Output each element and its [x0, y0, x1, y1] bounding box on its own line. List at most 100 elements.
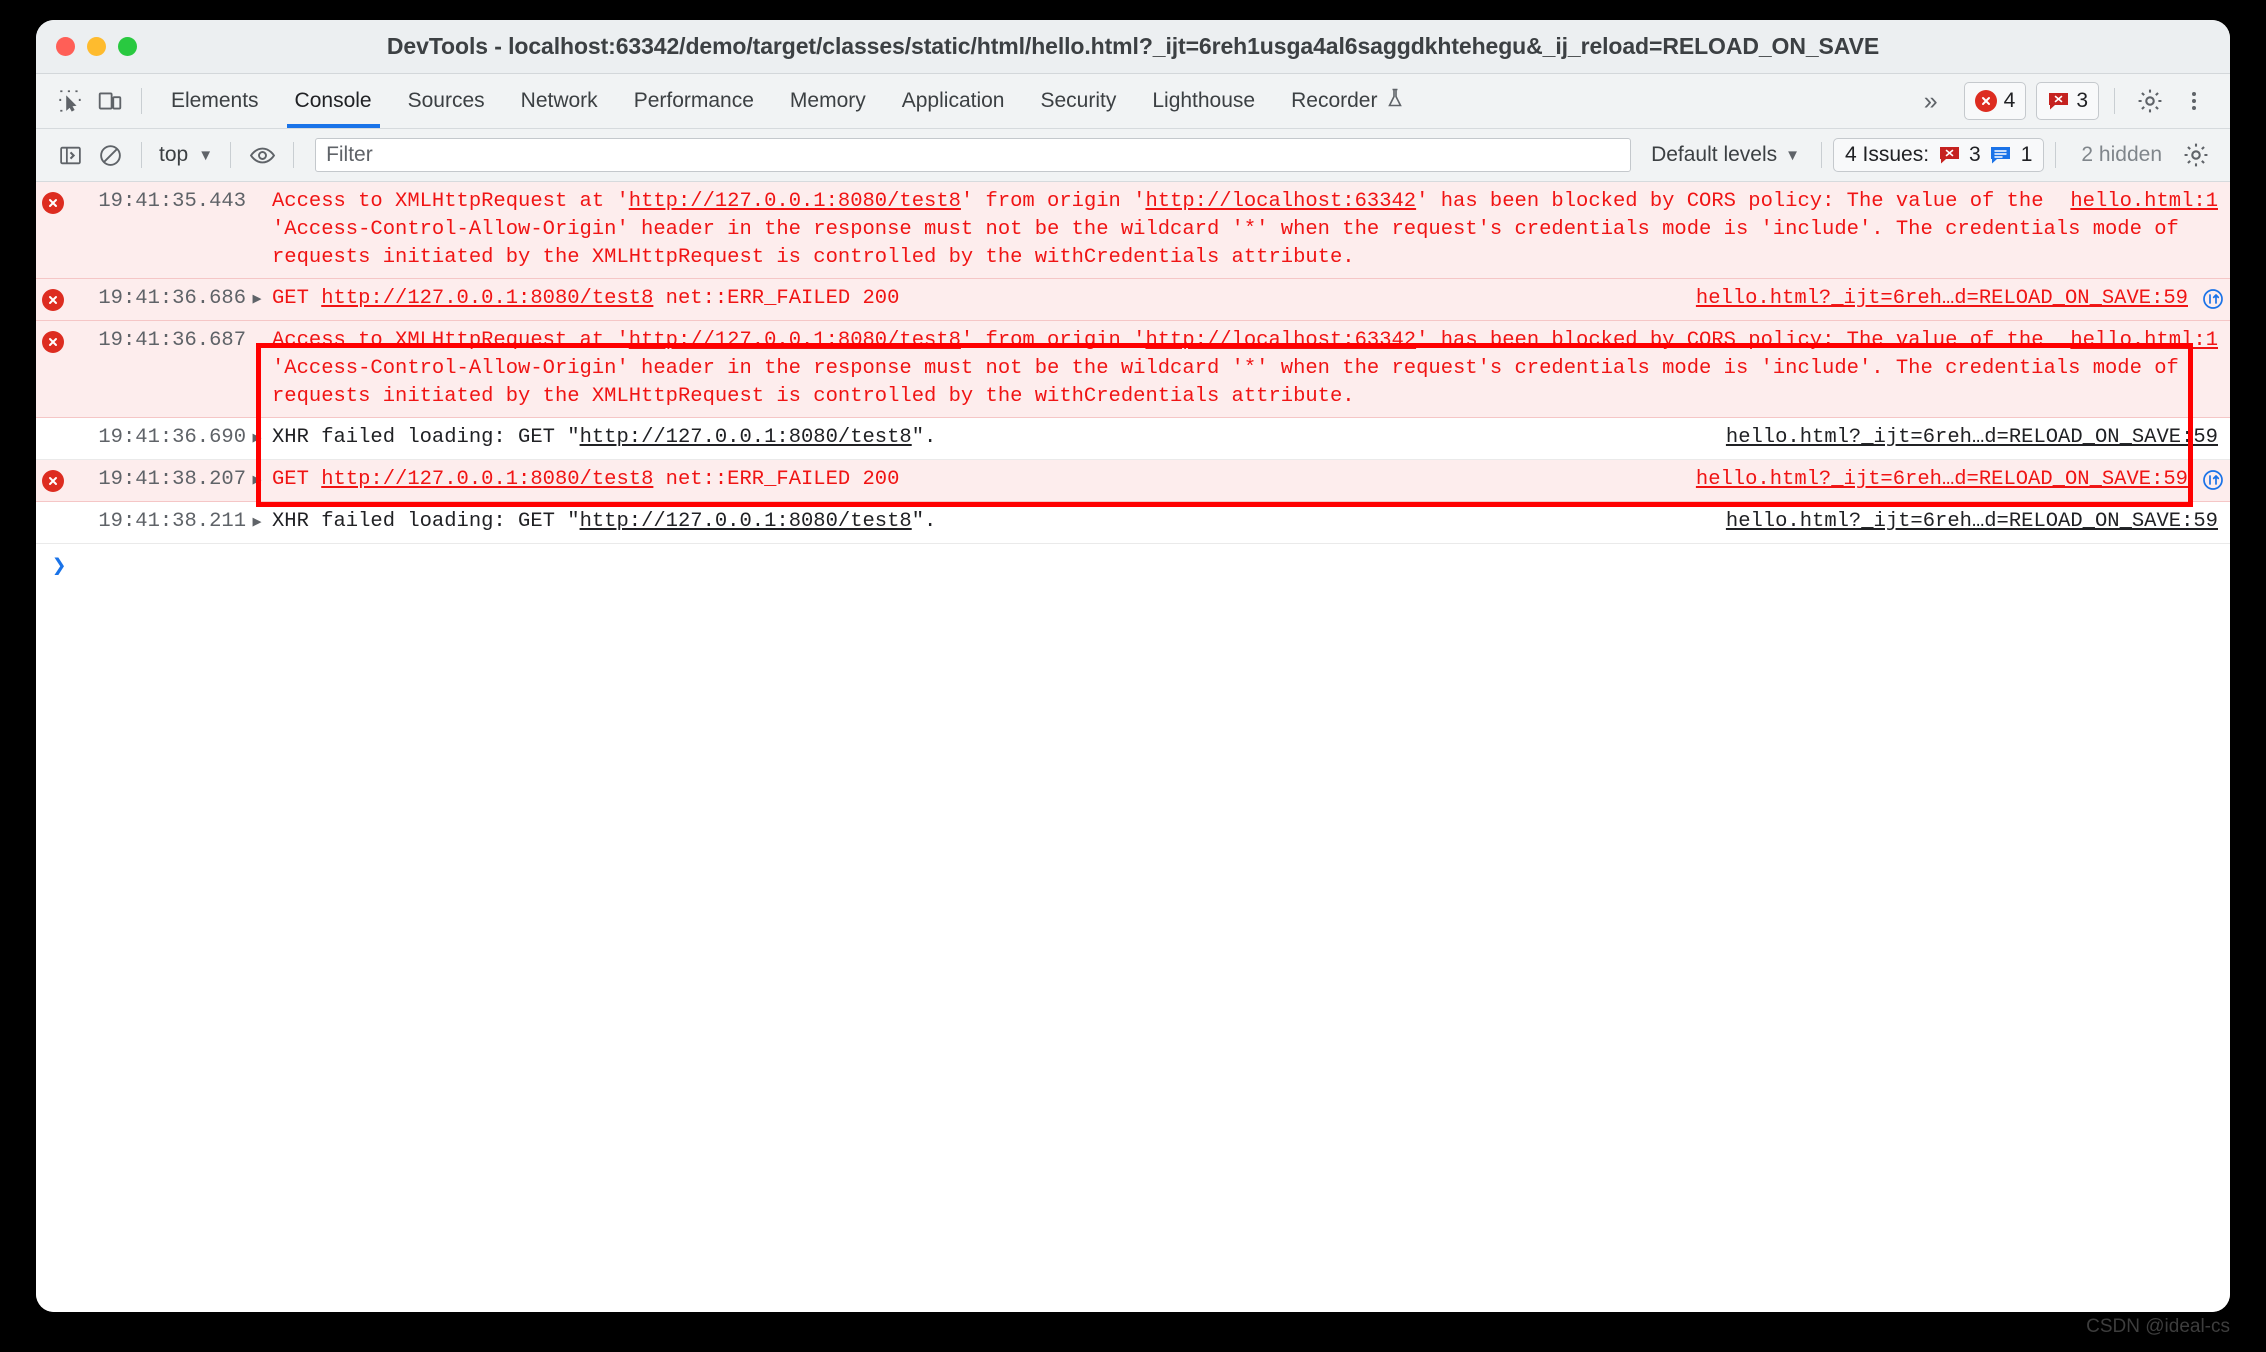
live-expression-eye-icon[interactable] [242, 135, 282, 175]
issues-count-badge[interactable]: 3 [2036, 82, 2099, 120]
console-message[interactable]: 19:41:36.686 ▶ GET http://127.0.0.1:8080/t… [36, 279, 2230, 321]
message-timestamp: 19:41:36.690 [98, 426, 246, 449]
hidden-messages-count: 2 hidden [2081, 143, 2162, 166]
issues-info-count: 1 [2020, 143, 2033, 166]
message-text-fragment: XHR failed loading: GET " [272, 510, 580, 533]
watermark: CSDN @ideal-cs [2086, 1316, 2230, 1337]
message-url-link[interactable]: http://127.0.0.1:8080/test8 [629, 329, 961, 352]
devtools-tabs: Elements Console Sources Network Perform… [153, 74, 1423, 128]
minimize-window-button[interactable] [87, 37, 106, 56]
filterbar-divider-5 [2055, 142, 2057, 168]
message-text-fragment: Access to XMLHttpRequest at ' [272, 190, 629, 213]
message-url-link[interactable]: http://127.0.0.1:8080/test8 [629, 190, 961, 213]
log-levels-label: Default levels [1651, 143, 1778, 166]
filter-input[interactable] [315, 138, 1632, 172]
message-url-link[interactable]: http://127.0.0.1:8080/test8 [580, 510, 912, 533]
more-tabs-button[interactable]: » [1906, 87, 1954, 116]
message-source-link[interactable]: hello.html?_ijt=6reh…d=RELOAD_ON_SAVE:59 [1696, 285, 2196, 313]
expand-triangle-icon[interactable]: ▶ [246, 285, 268, 314]
tab-performance[interactable]: Performance [616, 74, 772, 128]
tab-security[interactable]: Security [1022, 74, 1134, 128]
message-timestamp: 19:41:38.207 [98, 468, 246, 491]
tab-label: Sources [407, 89, 485, 112]
tab-memory[interactable]: Memory [772, 74, 884, 128]
filterbar-divider-2 [230, 142, 232, 168]
prompt-chevron-icon: ❯ [52, 554, 67, 581]
tab-network[interactable]: Network [503, 74, 616, 128]
tab-label: Memory [789, 89, 866, 112]
console-message[interactable]: 19:41:36.690 ▶ hello.html?_ijt=6reh…d=RELO… [36, 418, 2230, 460]
error-count-value: 4 [2003, 89, 2016, 112]
maximize-window-button[interactable] [118, 37, 137, 56]
console-message[interactable]: 19:41:36.687▶hello.html:1Access to XMLHt… [36, 321, 2230, 418]
close-window-button[interactable] [56, 37, 75, 56]
message-text-fragment: net::ERR_FAILED 200 [653, 468, 900, 491]
device-toolbar-icon[interactable] [90, 81, 130, 121]
tab-label: Lighthouse [1152, 89, 1256, 112]
message-timestamp: 19:41:36.687 [98, 329, 246, 352]
message-url-link[interactable]: http://localhost:63342 [1145, 190, 1416, 213]
tabstrip-right-divider [2114, 88, 2115, 114]
console-message-list[interactable]: 19:41:35.443 ▶ hello.html:1 Access to XMLHt… [36, 182, 2230, 1312]
console-filter-bar: top ▼ Default levels ▼ 4 Issues: 3 [36, 129, 2230, 182]
tab-elements[interactable]: Elements [153, 74, 277, 128]
error-circle-icon [36, 327, 70, 353]
message-url-link[interactable]: http://127.0.0.1:8080/test8 [321, 468, 653, 491]
message-url-link[interactable]: http://localhost:63342 [1145, 329, 1416, 352]
tab-lighthouse[interactable]: Lighthouse [1134, 74, 1273, 128]
error-count-badge[interactable]: 4 [1963, 82, 2027, 120]
message-timestamp: 19:41:36.686 [98, 287, 246, 310]
open-in-network-panel-icon[interactable] [2196, 466, 2230, 492]
console-message[interactable]: 19:41:38.211 ▶ hello.html?_ijt=6reh…d=RELO… [36, 502, 2230, 544]
clear-console-icon[interactable] [90, 135, 130, 175]
message-source-link[interactable]: hello.html?_ijt=6reh…d=RELOAD_ON_SAVE:59 [1726, 424, 2218, 452]
tab-recorder[interactable]: Recorder [1273, 74, 1423, 128]
window-titlebar: DevTools - localhost:63342/demo/target/c… [36, 20, 2230, 74]
message-text-fragment: ". [911, 510, 937, 533]
issues-count-value: 3 [2076, 89, 2088, 112]
message-source-link[interactable]: hello.html?_ijt=6reh…d=RELOAD_ON_SAVE:59 [1726, 508, 2218, 536]
gear-icon[interactable] [2130, 81, 2170, 121]
message-source-link[interactable]: hello.html?_ijt=6reh…d=RELOAD_ON_SAVE:59 [1696, 466, 2196, 494]
message-text: GET http://127.0.0.1:8080/test8 net::ERR… [268, 285, 1696, 313]
expand-triangle-icon[interactable]: ▶ [246, 424, 268, 453]
issues-summary-badge[interactable]: 4 Issues: 3 1 [1833, 138, 2045, 172]
message-text-fragment: Access to XMLHttpRequest at ' [272, 329, 629, 352]
tab-application[interactable]: Application [884, 74, 1023, 128]
message-text-fragment: XHR failed loading: GET " [272, 426, 580, 449]
console-settings-gear-icon[interactable] [2176, 135, 2216, 175]
tab-label: Recorder [1291, 89, 1378, 112]
chevron-down-icon: ▼ [1785, 146, 1800, 164]
execution-context-value: top [159, 143, 189, 166]
tab-sources[interactable]: Sources [390, 74, 503, 128]
console-message[interactable]: 19:41:38.207 ▶ GET http://127.0.0.1:8080/t… [36, 460, 2230, 502]
console-messages-container: 19:41:35.443 ▶ hello.html:1 Access to XMLHt… [36, 182, 2230, 544]
issues-summary-label: 4 Issues: [1845, 143, 1930, 166]
issue-bubble-icon [2047, 92, 2069, 111]
message-source-link[interactable]: hello.html:1 [2070, 327, 2218, 355]
tab-label: Security [1040, 89, 1117, 112]
filterbar-divider-1 [141, 142, 142, 168]
message-url-link[interactable]: http://127.0.0.1:8080/test8 [580, 426, 912, 449]
issues-error-count: 3 [1969, 143, 1981, 166]
more-options-icon[interactable] [2174, 81, 2214, 121]
message-source-link[interactable]: hello.html:1 [2070, 188, 2218, 216]
log-levels-selector[interactable]: Default levels ▼ [1641, 143, 1810, 167]
inspect-element-icon[interactable] [50, 81, 90, 121]
open-in-network-panel-icon[interactable] [2196, 285, 2230, 311]
devtools-window: DevTools - localhost:63342/demo/target/c… [36, 20, 2230, 1312]
console-message[interactable]: 19:41:35.443▶hello.html:1Access to XMLHt… [36, 182, 2230, 279]
tab-label: Console [294, 89, 372, 112]
console-prompt-row[interactable]: ❯ [36, 544, 2230, 588]
execution-context-selector[interactable]: top ▼ [153, 143, 219, 167]
issue-error-bubble-icon [1938, 146, 1960, 165]
message-text-fragment: ' from origin ' [960, 190, 1146, 213]
expand-triangle-icon[interactable]: ▶ [246, 508, 268, 537]
message-url-link[interactable]: http://127.0.0.1:8080/test8 [321, 287, 653, 310]
error-circle-icon [36, 285, 70, 311]
console-sidebar-icon[interactable] [50, 135, 90, 175]
filterbar-divider-4 [1821, 142, 1822, 168]
issue-info-bubble-icon [1990, 146, 2012, 165]
tab-console[interactable]: Console [277, 74, 390, 128]
expand-triangle-icon[interactable]: ▶ [246, 466, 268, 495]
